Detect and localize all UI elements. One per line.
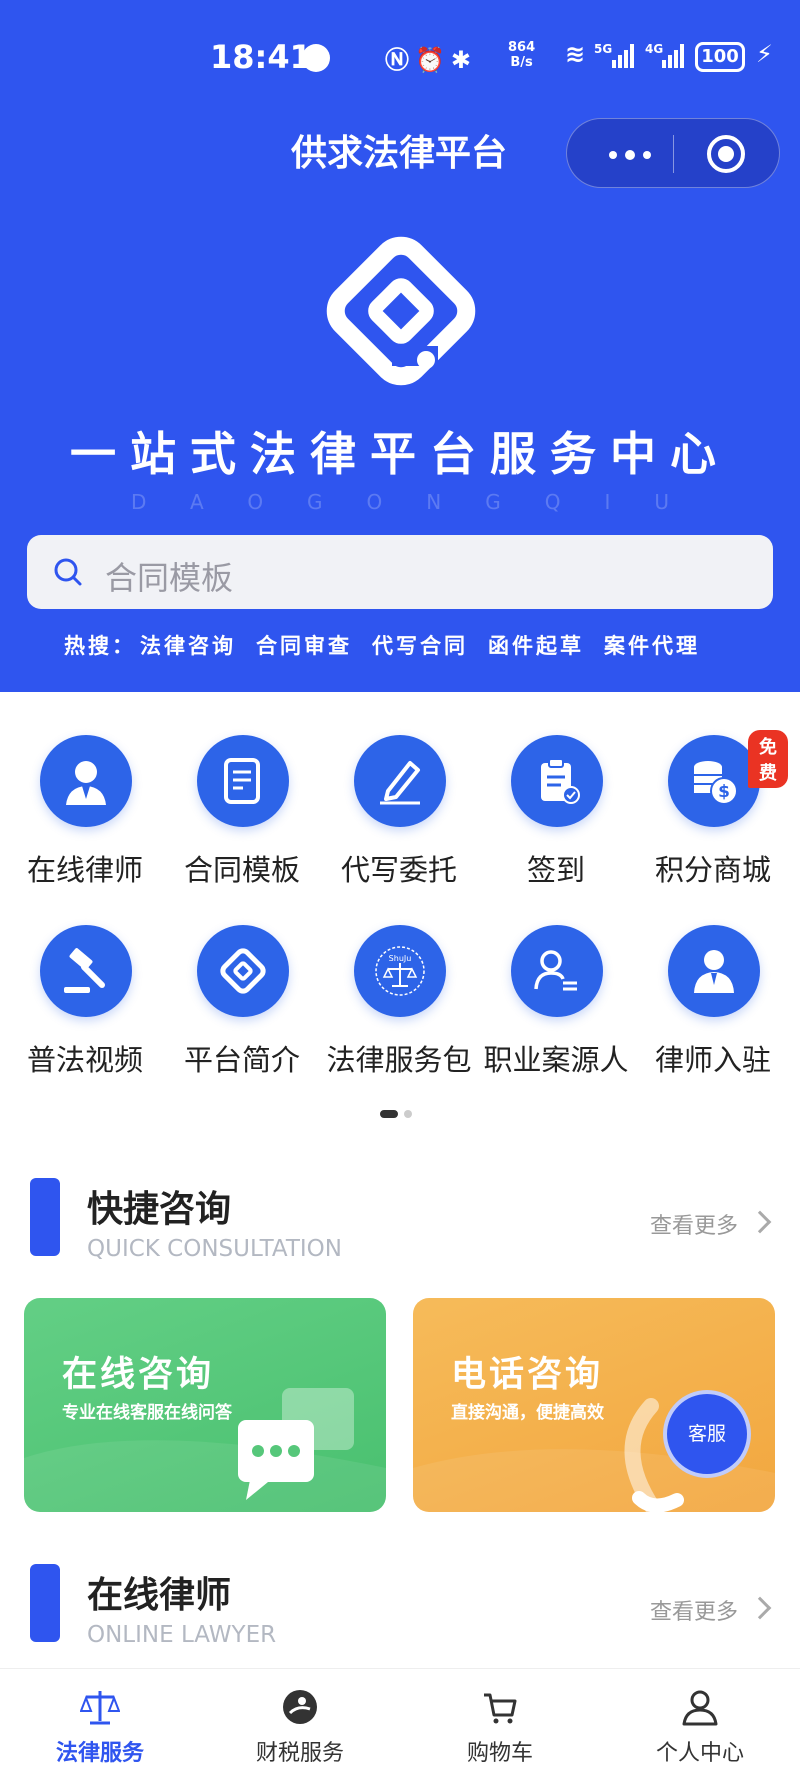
tab-label: 法律服务: [55, 1741, 144, 1766]
bottom-tabbar: 法律服务 财税服务 购物车 个人中心: [0, 1668, 800, 1778]
signal-5g-label: 5G: [594, 42, 613, 56]
status-bar: 18:41 Ⓝ⏰✱ 864 B/s ≋ 5G 4G 100 ⚡: [0, 30, 800, 86]
svg-text:$: $: [718, 782, 730, 802]
tab-cart[interactable]: 购物车: [400, 1669, 600, 1779]
clipboard-check-icon: [541, 758, 580, 804]
card-title: 在线咨询: [62, 1355, 215, 1395]
grid-item-online-lawyer[interactable]: 在线律师: [0, 735, 160, 905]
signal-icon: [662, 44, 688, 68]
view-more-link[interactable]: 查看更多: [650, 1594, 738, 1626]
qq-icon: [302, 44, 330, 72]
user-icon: [682, 1690, 718, 1726]
free-badge: 免费: [748, 730, 788, 788]
card-title: 电话咨询: [451, 1355, 604, 1395]
hero-pinyin: DAOGONGQIU: [130, 490, 714, 514]
chevron-right-icon[interactable]: [748, 1596, 772, 1620]
grid-item-lawyer-join[interactable]: 律师入驻: [628, 925, 788, 1095]
svg-text:ShuJu: ShuJu: [389, 954, 412, 963]
scales-icon: [80, 1691, 120, 1725]
tab-profile[interactable]: 个人中心: [600, 1669, 800, 1779]
grid-label: 律师入驻: [654, 1043, 771, 1077]
grid-item-checkin[interactable]: 签到: [471, 735, 631, 905]
lawyer-avatar-icon: [66, 761, 106, 805]
section-title: 快捷咨询: [87, 1189, 232, 1230]
customer-service-badge[interactable]: 客服: [663, 1390, 751, 1478]
grid-item-legal-package[interactable]: ShuJu 法律服务包: [314, 925, 474, 1095]
wifi-icon: ≋: [565, 40, 586, 68]
hot-search-row: 热搜： 法律咨询 合同审查 代写合同 函件起草 案件代理: [64, 630, 720, 660]
tab-tax-service[interactable]: 财税服务: [200, 1669, 400, 1779]
miniprogram-capsule: [566, 118, 780, 188]
pen-icon: [380, 761, 420, 805]
lawyer-suit-icon: [694, 950, 734, 993]
platform-logo-icon: [326, 236, 476, 386]
net-speed: 864 B/s: [508, 40, 536, 70]
person-list-icon: [534, 950, 577, 991]
search-bar[interactable]: 合同模板: [27, 535, 773, 609]
section-accent-bar: [30, 1564, 60, 1642]
section-subtitle: ONLINE LAWYER: [87, 1622, 277, 1648]
hot-search-item[interactable]: 函件起草: [488, 634, 584, 658]
search-input[interactable]: 合同模板: [105, 553, 233, 599]
view-more-link[interactable]: 查看更多: [650, 1208, 738, 1240]
grid-item-ghostwriting[interactable]: 代写委托: [314, 735, 474, 905]
hero-header: 18:41 Ⓝ⏰✱ 864 B/s ≋ 5G 4G 100 ⚡ 供求法律平台 一…: [0, 0, 800, 692]
status-time: 18:41: [210, 38, 312, 76]
grid-item-case-source[interactable]: 职业案源人: [471, 925, 631, 1095]
card-desc: 专业在线客服在线问答: [62, 1403, 232, 1423]
tab-legal-service[interactable]: 法律服务: [0, 1669, 200, 1779]
charging-icon: ⚡: [756, 40, 773, 68]
phone-consult-card[interactable]: 电话咨询 直接沟通，便捷高效 客服: [413, 1298, 775, 1512]
document-icon: [224, 758, 260, 804]
tab-label: 购物车: [466, 1741, 533, 1766]
close-miniprogram-icon[interactable]: [707, 135, 745, 173]
capsule-divider: [673, 135, 674, 173]
tab-label: 个人中心: [655, 1741, 744, 1766]
hot-search-item[interactable]: 代写合同: [372, 634, 468, 658]
section-accent-bar: [30, 1178, 60, 1256]
signal-4g-label: 4G: [645, 42, 664, 56]
more-icon[interactable]: [603, 139, 663, 169]
search-icon: [54, 558, 82, 586]
chevron-right-icon[interactable]: [748, 1210, 772, 1234]
signal-icon: [612, 44, 638, 68]
cart-icon: [484, 1693, 517, 1724]
grid-label: 积分商城: [654, 853, 771, 887]
gavel-icon: [64, 948, 105, 993]
hot-search-label: 热搜：: [64, 634, 136, 658]
grid-item-law-video[interactable]: 普法视频: [0, 925, 160, 1095]
hero-slogan: 一站式法律平台服务中心: [70, 427, 730, 481]
tax-icon: [283, 1690, 317, 1724]
battery-indicator: 100: [695, 42, 745, 72]
section-subtitle: QUICK CONSULTATION: [87, 1236, 342, 1262]
coins-icon: $: [694, 761, 738, 805]
hot-search-item[interactable]: 法律咨询: [140, 634, 236, 658]
platform-logo-icon: [220, 948, 266, 994]
hot-search-item[interactable]: 案件代理: [604, 634, 700, 658]
page-indicator: [380, 1110, 420, 1118]
online-consult-card[interactable]: 在线咨询 专业在线客服在线问答: [24, 1298, 386, 1512]
grid-item-contract-template[interactable]: 合同模板: [157, 735, 317, 905]
tab-label: 财税服务: [255, 1741, 344, 1766]
nfc-alarm-bluetooth-icons: Ⓝ⏰✱: [385, 46, 477, 74]
grid-item-points-mall[interactable]: $ 免费 积分商城: [628, 730, 788, 905]
section-title: 在线律师: [87, 1575, 232, 1616]
card-desc: 直接沟通，便捷高效: [451, 1403, 604, 1423]
hot-search-item[interactable]: 合同审查: [256, 634, 352, 658]
scales-emblem-icon: ShuJu: [375, 946, 425, 996]
grid-item-platform-intro[interactable]: 平台简介: [157, 925, 317, 1095]
headset-label: 客服: [687, 1423, 726, 1445]
